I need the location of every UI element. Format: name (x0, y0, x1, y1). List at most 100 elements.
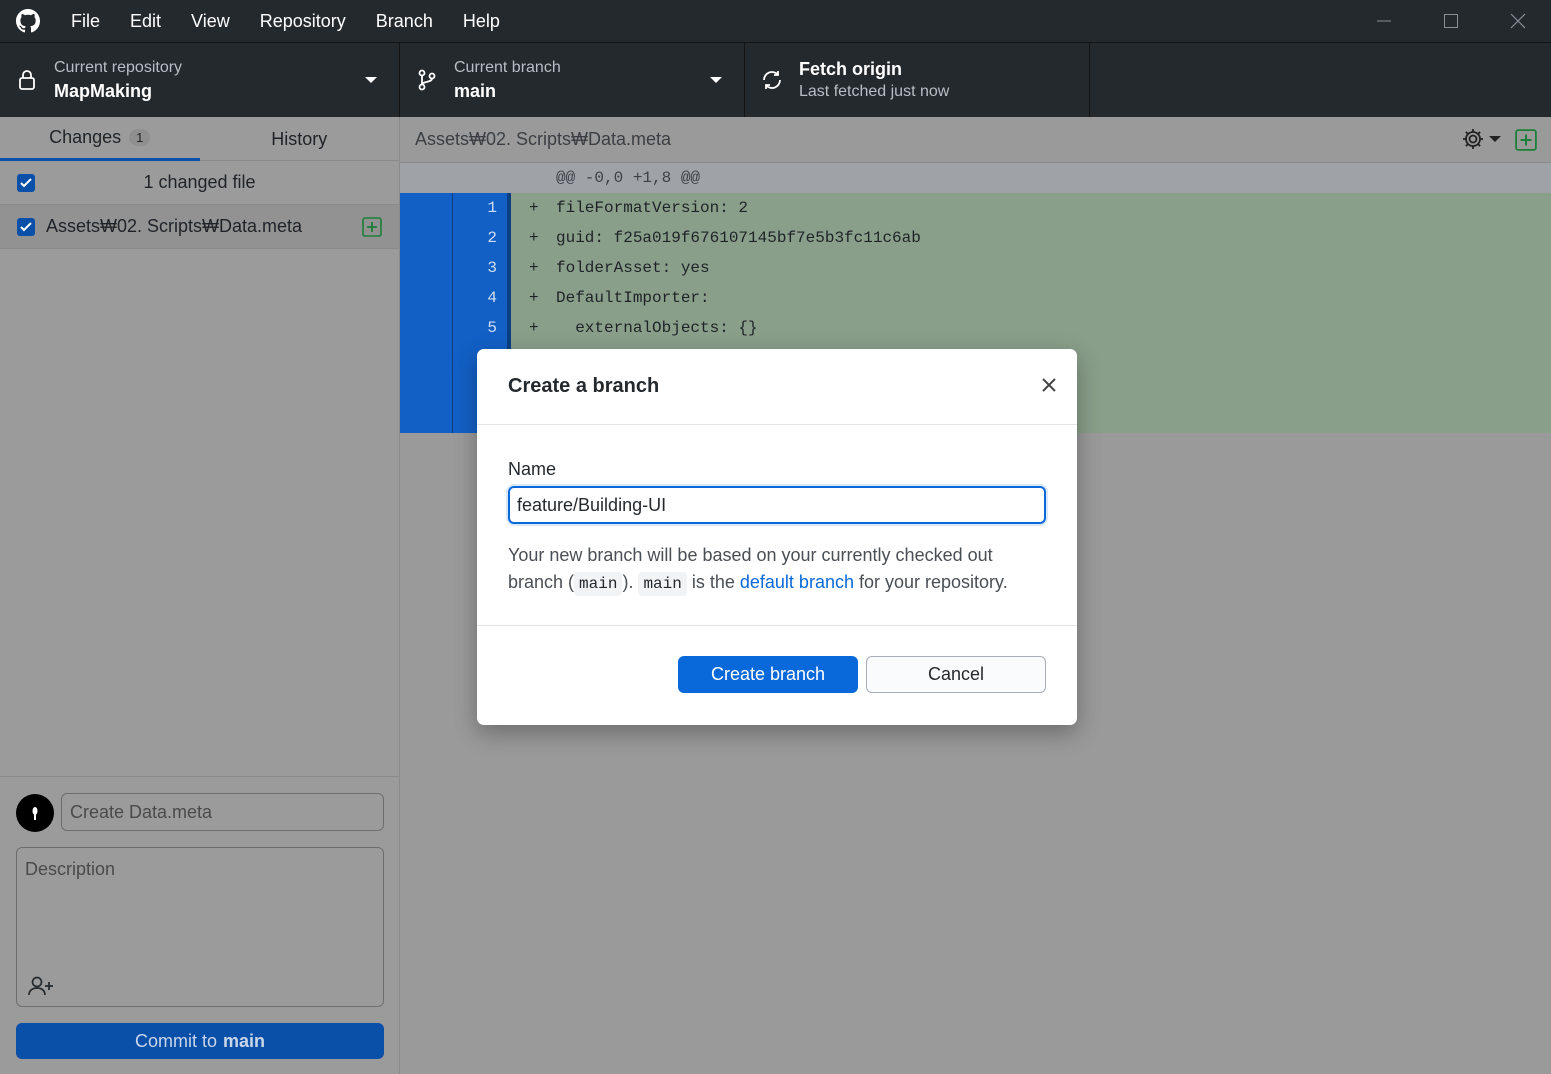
minimize-icon (1376, 20, 1391, 22)
fetch-origin-button[interactable]: Fetch origin Last fetched just now (745, 43, 1090, 117)
menu-edit[interactable]: Edit (115, 0, 176, 42)
diff-line[interactable]: 2 + guid: f25a019f676107145bf7e5b3fc11c6ab (400, 223, 1551, 253)
diff-settings-button[interactable] (1461, 127, 1501, 151)
diff-line[interactable]: 4 + DefaultImporter: (400, 283, 1551, 313)
old-line-number (400, 223, 452, 253)
file-checkbox[interactable] (17, 217, 35, 236)
avatar (16, 794, 54, 832)
dialog-close-button[interactable] (1039, 375, 1059, 400)
maximize-icon (1443, 14, 1458, 28)
old-line-number (400, 313, 452, 343)
default-branch-link[interactable]: default branch (740, 572, 854, 592)
check-icon (20, 177, 32, 187)
diff-line-code: + fileFormatVersion: 2 (511, 193, 1551, 223)
old-line-number (400, 403, 452, 433)
diff-line-marker: + (529, 199, 539, 217)
commit-summary-input[interactable]: Create Data.meta (61, 793, 384, 831)
commit-button-branch: main (223, 1030, 266, 1051)
chevron-down-icon (365, 77, 377, 83)
file-added-icon (362, 217, 382, 242)
dialog-title: Create a branch (508, 375, 660, 397)
diff-line-code: + folderAsset: yes (511, 253, 1551, 283)
cancel-button[interactable]: Cancel (866, 656, 1046, 693)
hint-default-branch-chip: main (638, 572, 687, 596)
new-line-number: 1 (452, 193, 511, 223)
close-window-button[interactable] (1484, 0, 1551, 42)
chevron-down-icon (710, 77, 722, 83)
dialog-footer: Create branch Cancel (477, 626, 1077, 724)
hint-text-4: for your repository. (853, 572, 1008, 592)
branch-hint: Your new branch will be based on your cu… (508, 542, 1046, 598)
current-repository-button[interactable]: Current repository MapMaking (0, 43, 400, 117)
branch-name-input[interactable]: feature/Building-UI (508, 486, 1046, 524)
repository-label: Current repository (54, 59, 183, 76)
check-icon (20, 221, 32, 231)
fetch-status: Last fetched just now (799, 83, 950, 100)
old-line-number (400, 253, 452, 283)
changes-header: 1 changed file (0, 161, 399, 205)
tab-changes[interactable]: Changes 1 (0, 117, 200, 161)
title-bar: File Edit View Repository Branch Help (0, 0, 1551, 42)
name-label: Name (508, 459, 557, 479)
hunk-header: @@ -0,0 +1,8 @@ (400, 163, 1551, 193)
tab-changes-label: Changes (49, 127, 122, 147)
sidebar-tabs: Changes 1 History (0, 117, 399, 161)
file-list-item[interactable]: Assets₩02. Scripts₩Data.meta (0, 205, 399, 249)
maximize-button[interactable] (1417, 0, 1484, 42)
diff-line[interactable]: 1 + fileFormatVersion: 2 (400, 193, 1551, 223)
repository-name: MapMaking (54, 81, 153, 101)
diff-line-marker: + (529, 229, 539, 247)
sidebar: Changes 1 History 1 changed file Assets₩… (0, 117, 400, 1074)
commit-description-field[interactable]: Description (16, 847, 384, 1007)
hunk-header-text: @@ -0,0 +1,8 @@ (556, 169, 701, 187)
hint-text-2: ). (622, 572, 639, 592)
menu-file[interactable]: File (56, 0, 115, 42)
diff-line[interactable]: 3 + folderAsset: yes (400, 253, 1551, 283)
diff-added-icon (1515, 129, 1537, 156)
changed-files-count: 1 changed file (143, 172, 256, 192)
branch-name: main (454, 81, 497, 101)
description-placeholder: Description (25, 859, 116, 879)
chevron-down-icon (1489, 136, 1501, 142)
create-branch-dialog: Create a branch Name feature/Building-UI… (477, 349, 1077, 725)
commit-button[interactable]: Commit to main (16, 1023, 384, 1059)
changes-count-badge: 1 (129, 129, 151, 146)
new-line-number: 4 (452, 283, 511, 313)
menu-repository[interactable]: Repository (245, 0, 361, 42)
gear-icon (1463, 129, 1483, 149)
github-logo-icon (0, 0, 56, 42)
new-line-number: 5 (452, 313, 511, 343)
diff-line[interactable]: 5 + externalObjects: {} (400, 313, 1551, 343)
old-line-number (400, 373, 452, 403)
current-branch-button[interactable]: Current branch main (400, 43, 745, 117)
diff-line-code: + DefaultImporter: (511, 283, 1551, 313)
sync-icon (745, 68, 799, 92)
commit-form: Create Data.meta Description Commit to m… (0, 776, 400, 1074)
diff-line-marker: + (529, 319, 539, 337)
file-name: Assets₩02. Scripts₩Data.meta (46, 216, 303, 236)
menu-branch[interactable]: Branch (361, 0, 448, 42)
diff-line-code: + externalObjects: {} (511, 313, 1551, 343)
add-coauthor-icon[interactable] (27, 974, 55, 1003)
diff-line-code: + guid: f25a019f676107145bf7e5b3fc11c6ab (511, 223, 1551, 253)
diff-line-text: guid: f25a019f676107145bf7e5b3fc11c6ab (556, 229, 921, 247)
menu-bar: File Edit View Repository Branch Help (56, 0, 515, 42)
menu-help[interactable]: Help (448, 0, 515, 42)
diff-header: Assets₩02. Scripts₩Data.meta (400, 117, 1551, 163)
toolbar: Current repository MapMaking Current bra… (0, 42, 1551, 117)
old-line-number (400, 283, 452, 313)
diff-line-marker: + (529, 259, 539, 277)
dialog-header: Create a branch (477, 349, 1077, 425)
minimize-button[interactable] (1350, 0, 1417, 42)
select-all-checkbox[interactable] (17, 173, 35, 192)
create-branch-button[interactable]: Create branch (678, 656, 858, 693)
branch-label: Current branch (454, 59, 561, 76)
old-line-number (400, 193, 452, 223)
diff-line-marker: + (529, 289, 539, 307)
diff-line-text: folderAsset: yes (556, 259, 710, 277)
hint-branch-chip: main (574, 572, 623, 596)
old-line-number (400, 343, 452, 373)
tab-history[interactable]: History (200, 117, 400, 161)
menu-view[interactable]: View (176, 0, 245, 42)
dialog-body: Name feature/Building-UI Your new branch… (477, 425, 1077, 626)
